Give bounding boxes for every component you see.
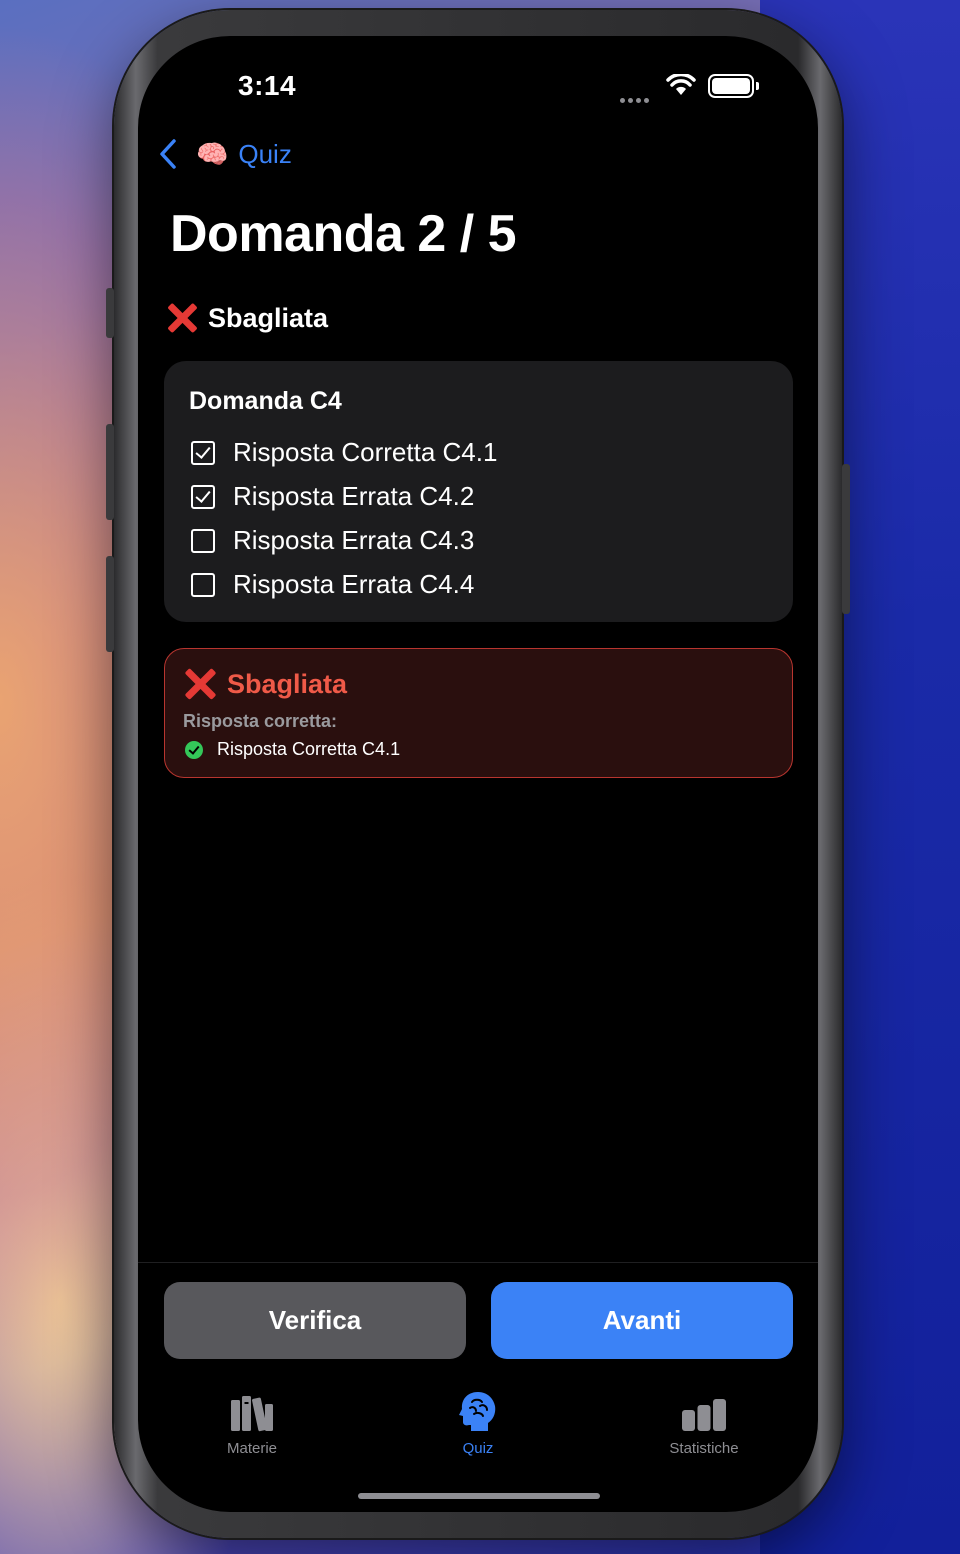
option-label: Risposta Errata C4.3 bbox=[233, 525, 475, 555]
volume-down-button bbox=[106, 556, 114, 652]
page-title: Domanda 2 / 5 bbox=[170, 205, 517, 263]
checkbox-checked-icon[interactable] bbox=[191, 440, 215, 465]
next-button[interactable]: Avanti bbox=[491, 1282, 793, 1359]
question-title: Domanda C4 bbox=[189, 387, 342, 415]
answer-option[interactable]: Risposta Errata C4.4 bbox=[191, 569, 474, 600]
answer-option[interactable]: Risposta Corretta C4.1 bbox=[191, 437, 497, 468]
brain-emoji-icon: 🧠 bbox=[196, 138, 229, 169]
books-icon bbox=[231, 1396, 273, 1432]
checkmark-circle-icon bbox=[185, 740, 203, 759]
verify-button[interactable]: Verifica bbox=[164, 1282, 466, 1359]
tab-label: Materie bbox=[226, 1440, 278, 1457]
checkbox-empty-icon[interactable] bbox=[191, 528, 215, 553]
back-label: Quiz bbox=[238, 138, 292, 169]
action-button bbox=[106, 288, 114, 338]
signal-dots-icon bbox=[620, 90, 652, 108]
result-card: Sbagliata Risposta corretta: Risposta Co… bbox=[164, 648, 793, 778]
correct-answer-caption: Risposta corretta: bbox=[183, 711, 338, 731]
toolbar-divider bbox=[138, 1262, 818, 1263]
cross-mark-icon bbox=[166, 302, 198, 334]
volume-up-button bbox=[106, 424, 114, 520]
screen: 3:14 🧠 Quiz Domanda 2 / 5 Sbagliata Doma… bbox=[138, 36, 818, 1512]
option-label: Risposta Corretta C4.1 bbox=[233, 437, 498, 467]
checkbox-checked-icon[interactable] bbox=[191, 484, 215, 509]
tab-quiz[interactable]: Quiz bbox=[408, 1392, 548, 1457]
tab-materie[interactable]: Materie bbox=[182, 1392, 322, 1457]
bar-chart-icon bbox=[682, 1399, 726, 1431]
result-heading: Sbagliata bbox=[183, 667, 347, 701]
battery-icon bbox=[708, 74, 759, 98]
correct-answer-label: Risposta Corretta C4.1 bbox=[217, 739, 401, 759]
result-heading-label: Sbagliata bbox=[227, 668, 348, 699]
option-label: Risposta Errata C4.2 bbox=[233, 481, 475, 511]
brain-head-icon bbox=[459, 1392, 496, 1431]
checkbox-empty-icon[interactable] bbox=[191, 572, 215, 597]
question-card: Domanda C4 Risposta Corretta C4.1 Rispos… bbox=[164, 361, 793, 622]
back-button[interactable]: 🧠 Quiz bbox=[158, 138, 292, 170]
tab-label: Statistiche bbox=[669, 1440, 739, 1457]
answer-option[interactable]: Risposta Errata C4.2 bbox=[191, 481, 474, 512]
answer-option[interactable]: Risposta Errata C4.3 bbox=[191, 525, 474, 556]
option-label: Risposta Errata C4.4 bbox=[233, 569, 475, 599]
status-time: 3:14 bbox=[238, 70, 297, 101]
cross-mark-icon bbox=[183, 667, 217, 701]
tab-statistiche[interactable]: Statistiche bbox=[634, 1392, 774, 1457]
chevron-left-icon bbox=[160, 139, 176, 169]
tab-label: Quiz bbox=[462, 1440, 494, 1457]
answer-status: Sbagliata bbox=[166, 302, 328, 334]
wifi-icon bbox=[666, 74, 696, 95]
home-indicator[interactable] bbox=[358, 1493, 600, 1499]
power-button bbox=[842, 464, 850, 614]
correct-answer-row: Risposta Corretta C4.1 bbox=[185, 739, 400, 760]
status-label: Sbagliata bbox=[208, 302, 329, 333]
